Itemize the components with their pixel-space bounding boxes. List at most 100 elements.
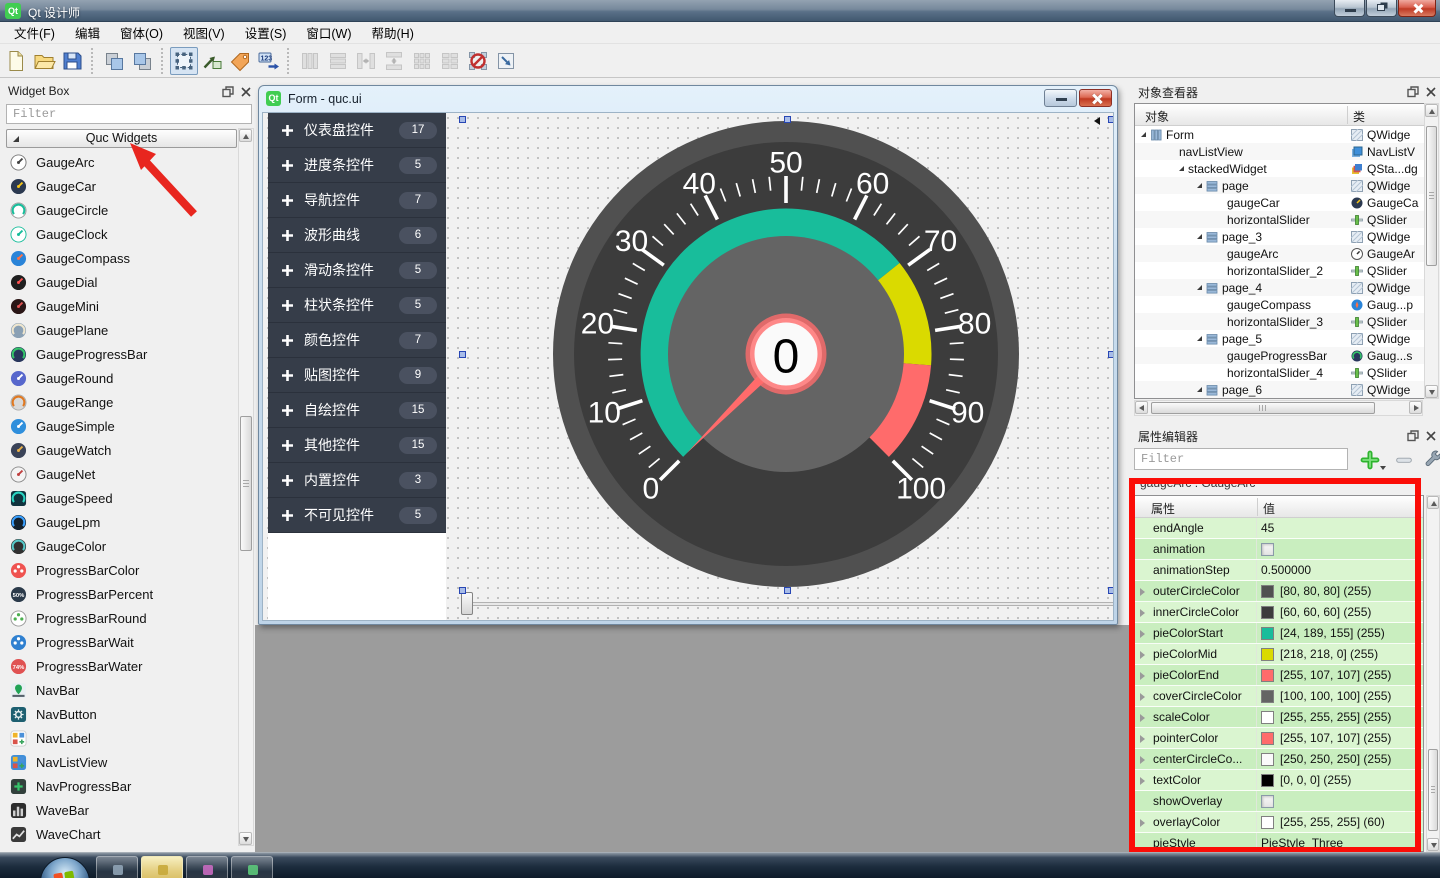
widgetbox-item-NavLabel[interactable]: NavLabel — [4, 726, 238, 750]
widgetbox-item-GaugeNet[interactable]: GaugeNet — [4, 462, 238, 486]
nav-category-其他控件[interactable]: 其他控件15 — [268, 428, 446, 463]
widgetbox-item-GaugeDial[interactable]: GaugeDial — [4, 270, 238, 294]
menu-编辑[interactable]: 编辑 — [65, 20, 110, 45]
lower-widget-button[interactable] — [128, 47, 156, 75]
expander-icon[interactable] — [1197, 234, 1202, 239]
tree-row-page[interactable]: pageQWidge — [1135, 177, 1437, 194]
raise-widget-button[interactable] — [100, 47, 128, 75]
add-dynamic-property-button[interactable] — [1354, 447, 1386, 472]
selection-handle[interactable] — [459, 116, 466, 123]
widgetbox-item-GaugeWatch[interactable]: GaugeWatch — [4, 438, 238, 462]
inspector-float-button[interactable] — [1405, 84, 1420, 99]
widgetbox-item-ProgressBarColor[interactable]: ProgressBarColor — [4, 558, 238, 582]
nav-category-仪表盘控件[interactable]: 仪表盘控件17 — [268, 113, 446, 148]
widgetbox-item-WaveBar[interactable]: WaveBar — [4, 798, 238, 822]
tree-row-page_3[interactable]: page_3QWidge — [1135, 228, 1437, 245]
menu-设置(S)[interactable]: 设置(S) — [235, 20, 297, 45]
nav-category-颜色控件[interactable]: 颜色控件7 — [268, 323, 446, 358]
widgetbox-item-WaveChart[interactable]: WaveChart — [4, 822, 238, 846]
remove-dynamic-property-button[interactable] — [1390, 447, 1418, 472]
tree-row-gaugeArc[interactable]: gaugeArcGaugeAr — [1135, 245, 1437, 262]
property-editor-float-button[interactable] — [1405, 428, 1420, 443]
nav-category-导航控件[interactable]: 导航控件7 — [268, 183, 446, 218]
property-editor-close-button[interactable] — [1423, 428, 1438, 443]
window-restore-button[interactable] — [1366, 0, 1397, 17]
tree-row-navListView[interactable]: navListViewNavListV — [1135, 143, 1437, 160]
inspector-vertical-scrollbar[interactable] — [1424, 103, 1439, 399]
start-button[interactable] — [40, 857, 90, 878]
property-vertical-scrollbar[interactable] — [1426, 495, 1440, 852]
edit-buddies-button[interactable] — [226, 47, 254, 75]
form-minimize-button[interactable] — [1044, 89, 1077, 107]
new-file-button[interactable] — [2, 47, 30, 75]
nav-category-贴图控件[interactable]: 贴图控件9 — [268, 358, 446, 393]
widgetbox-item-GaugeCompass[interactable]: GaugeCompass — [4, 246, 238, 270]
nav-category-不可见控件[interactable]: 不可见控件5 — [268, 498, 446, 533]
widgetbox-item-ProgressBarPercent[interactable]: 50%ProgressBarPercent — [4, 582, 238, 606]
window-minimize-button[interactable] — [1334, 0, 1365, 17]
widgetbox-item-GaugeSimple[interactable]: GaugeSimple — [4, 414, 238, 438]
widgetbox-item-GaugeLpm[interactable]: GaugeLpm — [4, 510, 238, 534]
widgetbox-item-ProgressBarWater[interactable]: 74%ProgressBarWater — [4, 654, 238, 678]
open-file-button[interactable] — [30, 47, 58, 75]
tree-row-page_6[interactable]: page_6QWidge — [1135, 381, 1437, 398]
selection-handle[interactable] — [1108, 116, 1114, 123]
edit-widgets-button[interactable] — [170, 47, 198, 75]
taskbar-app-button-active[interactable] — [141, 856, 183, 878]
expander-icon[interactable] — [1179, 166, 1184, 171]
widgetbox-item-NavProgressBar[interactable]: NavProgressBar — [4, 774, 238, 798]
gauge-arc-widget[interactable]: 01020304050607080901000 — [553, 121, 1019, 587]
tree-row-gaugeCompass[interactable]: gaugeCompassGaug...p — [1135, 296, 1437, 313]
inspector-close-button[interactable] — [1423, 84, 1438, 99]
form-close-button[interactable] — [1079, 89, 1112, 107]
widgetbox-item-GaugePlane[interactable]: GaugePlane — [4, 318, 238, 342]
nav-category-滑动条控件[interactable]: 滑动条控件5 — [268, 253, 446, 288]
tree-row-horizontalSlider_2[interactable]: horizontalSlider_2QSlider — [1135, 262, 1437, 279]
menu-视图(V)[interactable]: 视图(V) — [173, 20, 235, 45]
tree-row-page_5[interactable]: page_5QWidge — [1135, 330, 1437, 347]
widgetbox-item-GaugeMini[interactable]: GaugeMini — [4, 294, 238, 318]
widgetbox-item-GaugeRound[interactable]: GaugeRound — [4, 366, 238, 390]
tree-row-gaugeCar[interactable]: gaugeCarGaugeCa — [1135, 194, 1437, 211]
tree-row-stackedWidget[interactable]: stackedWidgetQSta...dg — [1135, 160, 1437, 177]
tree-row-horizontalSlider[interactable]: horizontalSliderQSlider — [1135, 211, 1437, 228]
menu-文件(F)[interactable]: 文件(F) — [4, 20, 65, 45]
expander-icon[interactable] — [1197, 183, 1202, 188]
widgetbox-item-GaugeSpeed[interactable]: GaugeSpeed — [4, 486, 238, 510]
adjust-size-button[interactable] — [492, 47, 520, 75]
tree-row-horizontalSlider_3[interactable]: horizontalSlider_3QSlider — [1135, 313, 1437, 330]
property-filter-input[interactable] — [1134, 448, 1348, 470]
expander-icon[interactable] — [1197, 285, 1202, 290]
widget-box-scrollbar[interactable] — [238, 128, 254, 846]
widgetbox-item-NavListView[interactable]: NavListView — [4, 750, 238, 774]
form-titlebar[interactable]: Qt Form - quc.ui — [262, 86, 1114, 112]
tree-row-gaugeProgressBar[interactable]: gaugeProgressBarGaug...s — [1135, 347, 1437, 364]
nav-category-柱状条控件[interactable]: 柱状条控件5 — [268, 288, 446, 323]
nav-category-内置控件[interactable]: 内置控件3 — [268, 463, 446, 498]
selection-handle[interactable] — [459, 351, 466, 358]
widget-box-float-button[interactable] — [220, 84, 235, 99]
menu-帮助(H)[interactable]: 帮助(H) — [362, 20, 424, 45]
nav-category-自绘控件[interactable]: 自绘控件15 — [268, 393, 446, 428]
widgetbox-item-ProgressBarRound[interactable]: ProgressBarRound — [4, 606, 238, 630]
tree-row-horizontalSlider_4[interactable]: horizontalSlider_4QSlider — [1135, 364, 1437, 381]
expander-icon[interactable] — [1141, 132, 1146, 137]
widgetbox-item-GaugeRange[interactable]: GaugeRange — [4, 390, 238, 414]
tree-row-Form[interactable]: FormQWidge — [1135, 126, 1437, 143]
selection-handle[interactable] — [784, 116, 791, 123]
menu-窗口(W)[interactable]: 窗口(W) — [296, 20, 361, 45]
selection-handle[interactable] — [459, 587, 466, 594]
tree-row-page_4[interactable]: page_4QWidge — [1135, 279, 1437, 296]
slider-handle[interactable] — [461, 592, 473, 615]
inspector-horizontal-scrollbar[interactable] — [1134, 400, 1423, 416]
break-layout-button[interactable] — [464, 47, 492, 75]
horizontal-slider[interactable] — [461, 591, 1114, 617]
widgetbox-item-NavBar[interactable]: NavBar — [4, 678, 238, 702]
widgetbox-item-GaugeProgressBar[interactable]: GaugeProgressBar — [4, 342, 238, 366]
nav-category-进度条控件[interactable]: 进度条控件5 — [268, 148, 446, 183]
taskbar-app-button[interactable] — [186, 856, 228, 878]
selection-handle[interactable] — [784, 587, 791, 594]
property-settings-button[interactable] — [1420, 447, 1440, 472]
widgetbox-item-GaugeColor[interactable]: GaugeColor — [4, 534, 238, 558]
widgetbox-item-NavButton[interactable]: NavButton — [4, 702, 238, 726]
